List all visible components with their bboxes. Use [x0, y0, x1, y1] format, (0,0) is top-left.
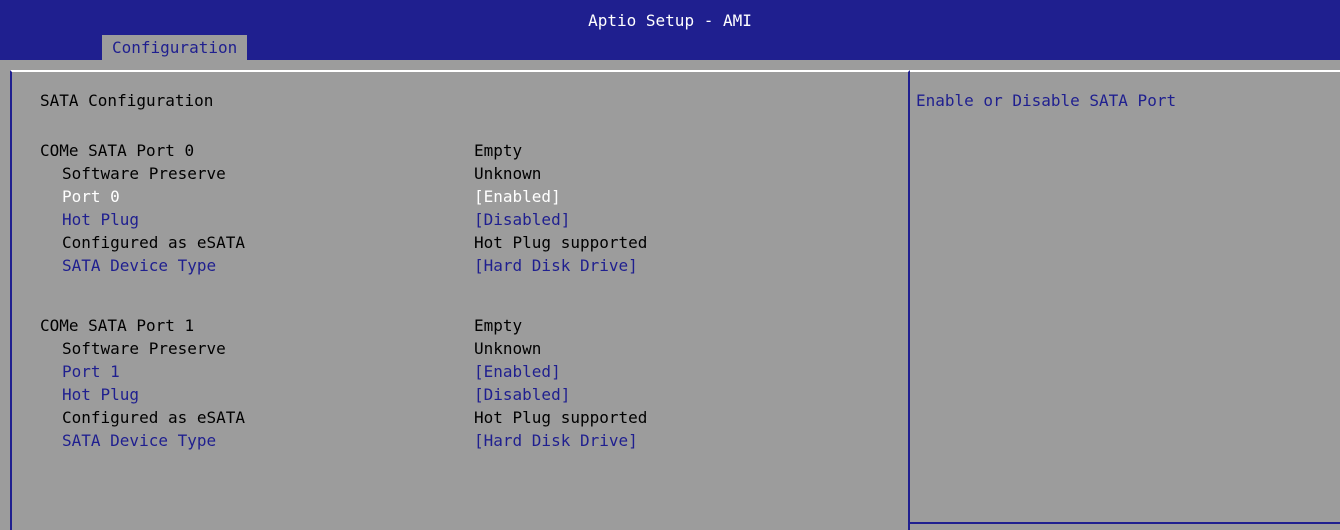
port1-configured-value: Hot Plug supported	[474, 408, 648, 427]
port1-hot-plug-label[interactable]: Hot Plug	[62, 384, 139, 406]
port1-software-preserve-row: Software Preserve Unknown	[12, 338, 902, 360]
port1-software-preserve-label: Software Preserve	[62, 339, 226, 358]
port0-software-preserve-row: Software Preserve Unknown	[12, 163, 902, 185]
port1-header-row: COMe SATA Port 1 Empty	[12, 315, 902, 337]
port0-enable-value[interactable]: [Enabled]	[474, 186, 561, 208]
port0-hot-plug-row[interactable]: Hot Plug [Disabled]	[12, 209, 902, 231]
section-title: SATA Configuration	[40, 91, 214, 110]
section-title-row: SATA Configuration	[12, 90, 902, 112]
port1-title: COMe SATA Port 1	[40, 316, 195, 335]
port1-software-preserve-value: Unknown	[474, 339, 542, 358]
port0-enable-row[interactable]: Port 0 [Enabled]	[12, 186, 902, 208]
port0-device-type-label[interactable]: SATA Device Type	[62, 255, 216, 277]
app-title: Aptio Setup - AMI	[588, 11, 752, 30]
port1-configured-row: Configured as eSATA Hot Plug supported	[12, 407, 902, 429]
port1-hot-plug-row[interactable]: Hot Plug [Disabled]	[12, 384, 902, 406]
port0-software-preserve-label: Software Preserve	[62, 164, 226, 183]
port0-configured-row: Configured as eSATA Hot Plug supported	[12, 232, 902, 254]
port1-hot-plug-value[interactable]: [Disabled]	[474, 384, 570, 406]
port1-device-type-label[interactable]: SATA Device Type	[62, 430, 216, 452]
port0-hot-plug-value[interactable]: [Disabled]	[474, 209, 570, 231]
port0-configured-value: Hot Plug supported	[474, 233, 648, 252]
port0-header-row: COMe SATA Port 0 Empty	[12, 140, 902, 162]
port1-device-type-value[interactable]: [Hard Disk Drive]	[474, 430, 638, 452]
port0-device-type-row[interactable]: SATA Device Type [Hard Disk Drive]	[12, 255, 902, 277]
port1-configured-label: Configured as eSATA	[62, 408, 246, 427]
port0-title: COMe SATA Port 0	[40, 141, 195, 160]
port0-device-type-value[interactable]: [Hard Disk Drive]	[474, 255, 638, 277]
main-panel: SATA Configuration COMe SATA Port 0 Empt…	[10, 70, 910, 530]
header-bar: Aptio Setup - AMI Configuration	[0, 0, 1340, 60]
help-text: Enable or Disable SATA Port	[916, 91, 1177, 110]
port1-device-type-row[interactable]: SATA Device Type [Hard Disk Drive]	[12, 430, 902, 452]
help-divider	[910, 522, 1340, 524]
port1-status: Empty	[474, 316, 523, 335]
help-panel: Enable or Disable SATA Port	[910, 70, 1340, 530]
port1-enable-label[interactable]: Port 1	[62, 361, 120, 383]
port0-status: Empty	[474, 141, 523, 160]
port0-hot-plug-label[interactable]: Hot Plug	[62, 209, 139, 231]
bios-screen: Aptio Setup - AMI Configuration SATA Con…	[0, 0, 1340, 530]
port1-enable-value[interactable]: [Enabled]	[474, 361, 561, 383]
port0-enable-label[interactable]: Port 0	[62, 186, 120, 208]
port0-configured-label: Configured as eSATA	[62, 233, 246, 252]
port1-enable-row[interactable]: Port 1 [Enabled]	[12, 361, 902, 383]
tab-configuration[interactable]: Configuration	[102, 35, 248, 60]
port0-software-preserve-value: Unknown	[474, 164, 542, 183]
